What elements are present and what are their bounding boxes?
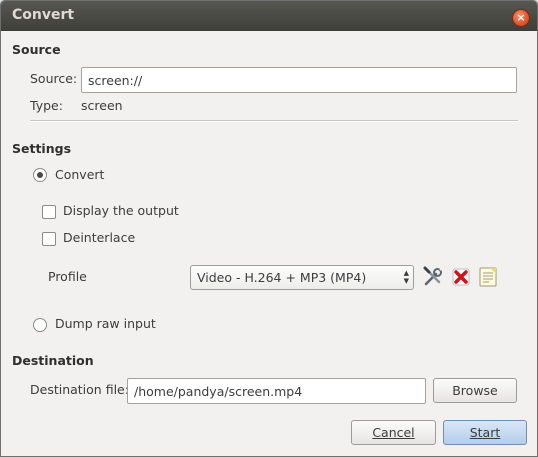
start-label: Start <box>469 425 501 440</box>
spinner-arrows-icon: ▲ ▼ <box>403 269 409 285</box>
cancel-button[interactable]: Cancel <box>351 420 436 445</box>
profile-label: Profile <box>48 269 87 284</box>
dump-raw-label[interactable]: Dump raw input <box>55 316 156 331</box>
close-button[interactable]: × <box>512 9 530 27</box>
display-output-checkbox[interactable] <box>42 205 56 219</box>
start-button[interactable]: Start <box>443 420 527 445</box>
dump-raw-radio[interactable] <box>33 318 47 332</box>
deinterlace-checkbox[interactable] <box>42 232 56 246</box>
settings-heading: Settings <box>12 141 72 156</box>
section-divider <box>30 120 518 122</box>
edit-profile-icon[interactable] <box>421 265 445 289</box>
type-value: screen <box>81 98 123 113</box>
display-output-label[interactable]: Display the output <box>63 203 179 218</box>
profile-select[interactable]: Video - H.264 + MP3 (MP4) ▲ ▼ <box>190 265 414 290</box>
delete-profile-icon[interactable] <box>449 265 473 289</box>
destination-file-label: Destination file: <box>30 382 129 397</box>
title-bar: Convert × <box>1 1 537 31</box>
new-profile-icon[interactable] <box>476 265 500 289</box>
profile-selected-value: Video - H.264 + MP3 (MP4) <box>197 270 367 285</box>
cancel-label: Cancel <box>372 425 415 440</box>
source-label: Source: <box>30 71 78 86</box>
window-title: Convert <box>12 7 75 23</box>
source-input[interactable] <box>81 67 517 93</box>
destination-heading: Destination <box>12 353 94 368</box>
browse-button[interactable]: Browse <box>433 378 517 403</box>
deinterlace-label[interactable]: Deinterlace <box>63 230 135 245</box>
type-label: Type: <box>30 98 63 113</box>
convert-label[interactable]: Convert <box>55 167 104 182</box>
destination-file-input[interactable] <box>127 378 426 404</box>
convert-radio[interactable] <box>33 168 47 182</box>
source-heading: Source <box>12 42 61 57</box>
convert-dialog: Convert × Source Source: Type: screen Se… <box>0 0 538 457</box>
